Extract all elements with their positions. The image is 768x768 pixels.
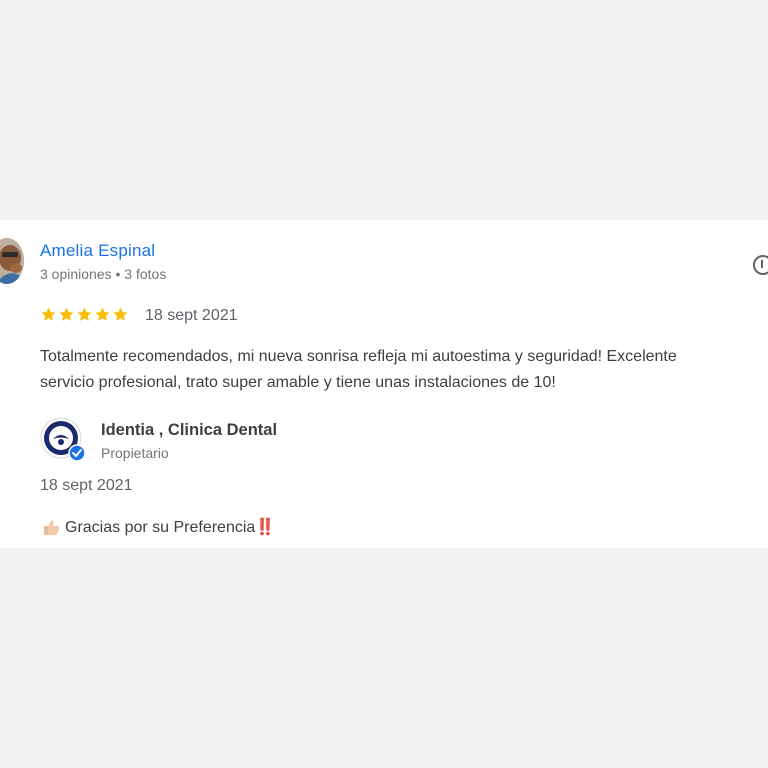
review-text: Totalmente recomendados, mi nueva sonris… <box>40 348 677 391</box>
reviewer-meta: 3 opiniones • 3 fotos <box>40 266 167 282</box>
thumbs-up-icon <box>42 518 61 537</box>
star-icon <box>59 307 74 321</box>
reply-date: 18 sept 2021 <box>40 477 133 494</box>
review-date: 18 sept 2021 <box>145 307 238 324</box>
star-icon <box>41 307 56 321</box>
owner-role: Propietario <box>101 445 169 461</box>
star-rating <box>40 306 129 323</box>
owner-reply: Gracias por su Preferencia‼️ <box>42 517 275 537</box>
reply-text: Gracias por su Preferencia‼️ <box>65 519 276 536</box>
flag-icon[interactable] <box>752 254 768 276</box>
star-icon <box>77 307 92 321</box>
star-icon <box>113 307 128 321</box>
review-card: Amelia Espinal 3 opiniones • 3 fotos 18 … <box>0 220 768 548</box>
owner-name[interactable]: Identia , Clinica Dental <box>101 421 277 440</box>
owner-logo <box>40 417 86 463</box>
verified-badge-icon <box>68 444 86 462</box>
star-icon <box>95 307 110 321</box>
reviewer-name[interactable]: Amelia Espinal <box>40 241 155 261</box>
reviewer-avatar[interactable] <box>0 238 24 284</box>
